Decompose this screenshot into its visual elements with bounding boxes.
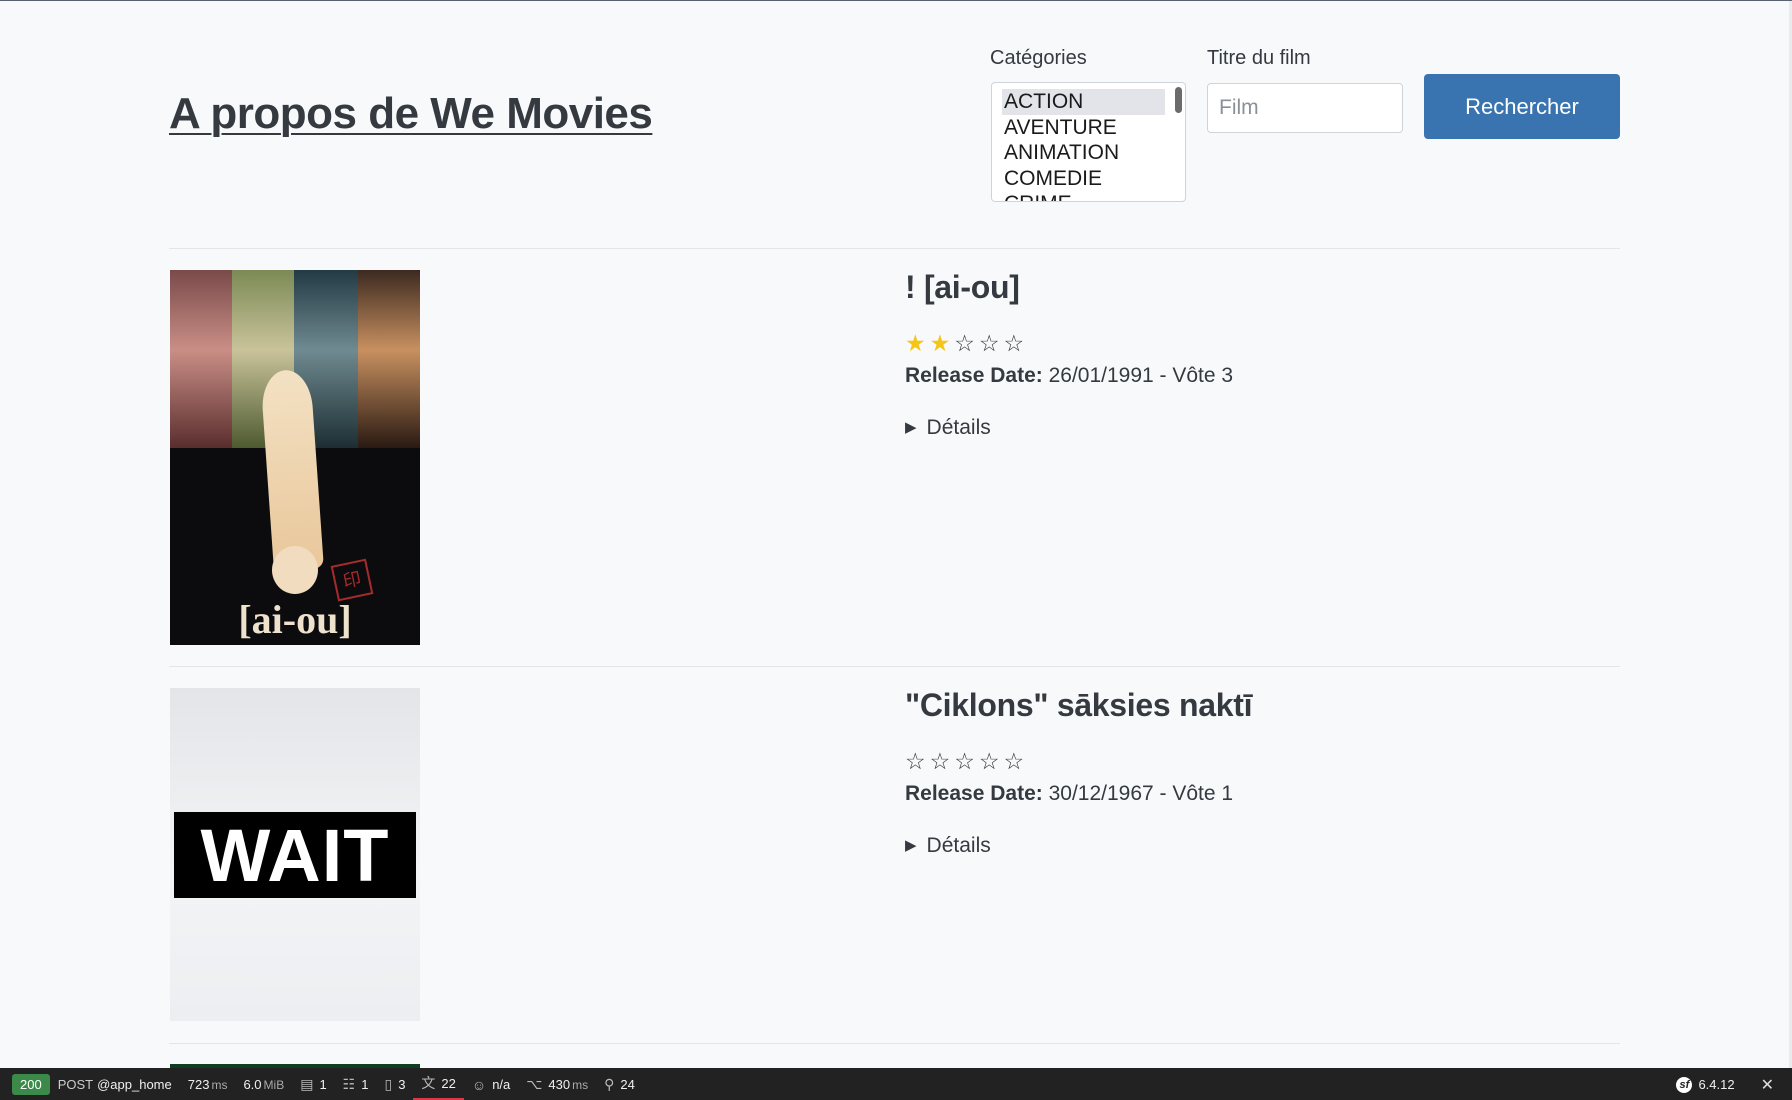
toolbar-events[interactable]: ⚲ 24 [596,1068,643,1100]
http-client-icon: ⌥ [526,1076,543,1092]
toolbar-time[interactable]: 723 ms [180,1068,236,1100]
close-icon[interactable]: ✕ [1743,1075,1792,1095]
toolbar-symfony[interactable]: sf 6.4.12 [1668,1068,1742,1100]
toolbar-user[interactable]: ☺ n/a [464,1068,518,1100]
symfony-version: 6.4.12 [1698,1077,1735,1092]
poster-face-1 [170,270,232,448]
release-info: Release Date: 30/12/1967 - Vôte 1 [905,782,1233,806]
divider [169,1043,1620,1044]
forms-count: 1 [361,1077,369,1092]
translations-count: 22 [441,1075,456,1091]
movie-poster: WAIT [170,688,420,1021]
star-empty-icon: ☆ [1003,748,1029,774]
divider [169,666,1620,667]
user-icon: ☺ [471,1076,487,1093]
toolbar-http-client[interactable]: ⌥ 430 ms [518,1068,596,1100]
http-time-unit: ms [572,1077,589,1092]
templates-count: 3 [398,1077,406,1092]
film-search-input[interactable] [1207,83,1403,133]
request-method: POST [57,1077,94,1092]
poster-caption: WAIT [174,812,416,898]
debug-toolbar: 200 POST @app_home 723 ms 6.0 MiB ▤ 1 ☷ 1 ▯ 3… [0,1068,1792,1100]
time-unit: ms [211,1077,228,1092]
translation-icon: 文 [421,1075,436,1091]
star-filled-icon: ★ [929,330,955,356]
release-value: 30/12/1967 - Vôte 1 [1048,782,1234,805]
rating-stars: ★★☆☆☆ [905,330,1028,357]
movie-poster: 印 [ai-ou] [170,270,420,645]
time-value: 723 [187,1077,210,1092]
release-label: Release Date: [905,782,1043,805]
movie-title: "Ciklons" sāksies naktī [905,687,1253,723]
category-option[interactable]: CRIME [1002,191,1175,201]
categories-label: Catégories [990,47,1087,69]
category-option[interactable]: ANIMATION [1002,140,1175,166]
details-label: Détails [926,834,991,857]
release-value: 26/01/1991 - Vôte 3 [1048,364,1234,387]
star-empty-icon: ☆ [905,748,930,774]
categories-select[interactable]: ACTION AVENTURE ANIMATION COMEDIE CRIME [991,82,1186,202]
details-toggle[interactable]: ▶ Détails [905,834,991,858]
film-title-label: Titre du film [1207,47,1311,69]
logs-count: 1 [319,1077,327,1092]
star-empty-icon: ☆ [929,748,955,774]
rating-stars: ☆☆☆☆☆ [905,748,1028,775]
release-info: Release Date: 26/01/1991 - Vôte 3 [905,364,1233,388]
details-label: Détails [926,416,991,439]
category-option[interactable]: COMEDIE [1002,166,1175,192]
poster-caption: [ai-ou] [238,597,352,642]
categories-scrollbar[interactable] [1175,87,1182,113]
forms-icon: ☷ [342,1076,356,1092]
disclosure-triangle-icon: ▶ [905,419,917,436]
star-empty-icon: ☆ [954,748,979,774]
search-button[interactable]: Rechercher [1424,74,1620,139]
http-time-value: 430 [548,1077,571,1092]
toolbar-translation[interactable]: 文 22 [413,1068,464,1100]
user-value: n/a [492,1077,511,1092]
star-empty-icon: ☆ [1003,330,1029,356]
toolbar-request[interactable]: 200 POST @app_home [0,1068,180,1100]
poster-seal: 印 [330,558,374,602]
memory-unit: MiB [263,1077,285,1092]
disclosure-triangle-icon: ▶ [905,837,917,854]
templates-icon: ▯ [384,1076,393,1092]
poster-face-4 [358,270,420,448]
category-option[interactable]: ACTION [1002,89,1165,115]
memory-value: 6.0 [243,1077,262,1092]
category-option[interactable]: AVENTURE [1002,115,1175,141]
events-count: 24 [620,1077,635,1092]
star-filled-icon: ★ [905,330,930,356]
route-name: @app_home [97,1077,172,1092]
divider [169,248,1620,249]
star-empty-icon: ☆ [954,330,979,356]
poster-exclamation-dot [272,546,318,594]
status-badge: 200 [12,1074,50,1095]
site-title-link[interactable]: A propos de We Movies [169,89,653,139]
logs-icon: ▤ [300,1076,314,1092]
toolbar-forms[interactable]: ☷ 1 [335,1068,377,1100]
symfony-logo: sf [1676,1076,1693,1093]
events-icon: ⚲ [604,1076,615,1092]
toolbar-memory[interactable]: 6.0 MiB [235,1068,292,1100]
movie-title: ! [ai-ou] [905,269,1020,305]
star-empty-icon: ☆ [978,330,1004,356]
details-toggle[interactable]: ▶ Détails [905,416,991,440]
toolbar-logs[interactable]: ▤ 1 [292,1068,334,1100]
star-empty-icon: ☆ [978,748,1004,774]
toolbar-templates[interactable]: ▯ 3 [376,1068,413,1100]
release-label: Release Date: [905,364,1043,387]
